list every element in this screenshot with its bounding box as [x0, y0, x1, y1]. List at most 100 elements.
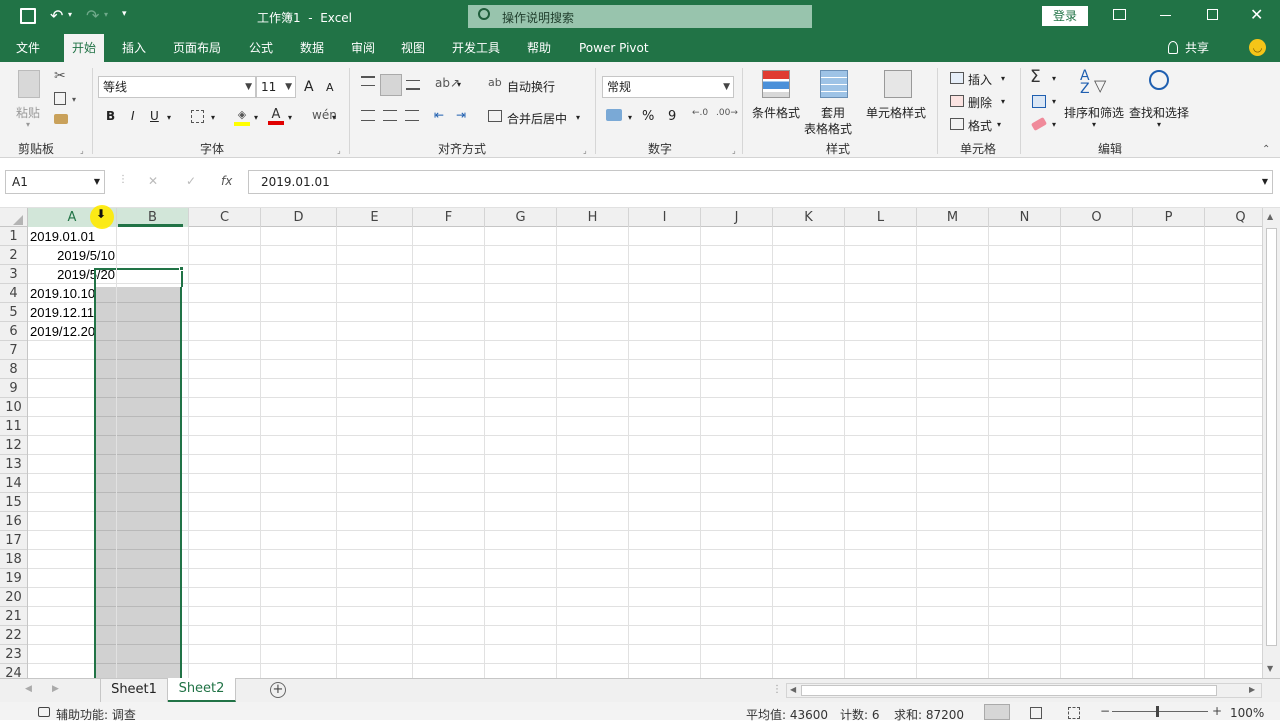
delete-cells-button[interactable]: 删除: [968, 94, 992, 111]
clear-icon[interactable]: [1030, 117, 1048, 131]
column-header-d[interactable]: D: [261, 208, 337, 227]
tab-power-pivot[interactable]: Power Pivot: [579, 34, 649, 62]
italic-button[interactable]: I: [131, 109, 135, 123]
tab-data[interactable]: 数据: [300, 34, 324, 62]
count-value[interactable]: 计数: 6: [840, 706, 880, 723]
sort-filter-button[interactable]: AZ ▽ 排序和筛选 ▾: [1064, 68, 1126, 132]
row-header-9[interactable]: 9: [0, 379, 27, 398]
bold-button[interactable]: B: [106, 109, 115, 123]
merge-dropdown-icon[interactable]: ▾: [576, 113, 580, 122]
row-header-7[interactable]: 7: [0, 341, 27, 360]
column-header-l[interactable]: L: [845, 208, 917, 227]
row-header-18[interactable]: 18: [0, 550, 27, 569]
column-header-c[interactable]: C: [189, 208, 261, 227]
align-bottom-icon[interactable]: [406, 80, 420, 90]
cell-styles-button[interactable]: 单元格样式: [866, 68, 928, 132]
cell-a5[interactable]: 2019.12.11: [30, 303, 94, 322]
copy-icon[interactable]: [54, 92, 66, 105]
merge-center-icon[interactable]: [488, 110, 502, 122]
sheet-bar-splitter-icon[interactable]: ⋮: [772, 684, 782, 695]
font-color-icon[interactable]: A: [268, 107, 284, 125]
format-painter-icon[interactable]: [54, 114, 68, 124]
tell-me-search[interactable]: 操作说明搜索: [468, 5, 812, 28]
cell-a4[interactable]: 2019.10.10: [30, 284, 95, 303]
add-sheet-icon[interactable]: +: [270, 682, 286, 698]
align-top-icon[interactable]: [361, 76, 375, 86]
customize-qat-icon[interactable]: ▾: [122, 9, 127, 19]
shrink-font-button[interactable]: A: [326, 81, 334, 94]
tab-view[interactable]: 视图: [401, 34, 425, 62]
tab-review[interactable]: 审阅: [351, 34, 375, 62]
prev-sheet-icon[interactable]: ◀: [25, 684, 32, 694]
fill-dropdown-icon[interactable]: ▾: [1052, 97, 1056, 106]
tab-insert[interactable]: 插入: [122, 34, 146, 62]
name-box[interactable]: A1 ▼: [5, 170, 105, 194]
row-header-4[interactable]: 4: [0, 284, 27, 303]
accessibility-status[interactable]: 辅助功能: 调查: [56, 706, 136, 723]
wrap-text-icon[interactable]: ab: [488, 76, 502, 89]
selection-handle[interactable]: [179, 266, 184, 271]
row-header-20[interactable]: 20: [0, 588, 27, 607]
row-header-15[interactable]: 15: [0, 493, 27, 512]
column-header-m[interactable]: M: [917, 208, 989, 227]
row-header-16[interactable]: 16: [0, 512, 27, 531]
close-icon[interactable]: ✕: [1250, 5, 1263, 24]
border-icon[interactable]: [191, 110, 204, 123]
row-header-21[interactable]: 21: [0, 607, 27, 626]
underline-dropdown-icon[interactable]: ▾: [167, 113, 171, 122]
cancel-icon[interactable]: ✕: [148, 174, 158, 188]
row-header-1[interactable]: 1: [0, 227, 27, 246]
column-header-g[interactable]: G: [485, 208, 557, 227]
tab-developer[interactable]: 开发工具: [452, 34, 500, 62]
row-header-23[interactable]: 23: [0, 645, 27, 664]
row-header-10[interactable]: 10: [0, 398, 27, 417]
scroll-left-icon[interactable]: ◀: [790, 685, 796, 694]
zoom-slider[interactable]: [1112, 711, 1208, 712]
tab-file[interactable]: 文件: [16, 34, 40, 62]
zoom-level[interactable]: 100%: [1230, 706, 1264, 720]
wrap-text-button[interactable]: 自动换行: [507, 78, 555, 95]
column-header-n[interactable]: N: [989, 208, 1061, 227]
page-break-view-icon[interactable]: [1068, 707, 1080, 719]
column-header-p[interactable]: P: [1133, 208, 1205, 227]
align-middle-icon[interactable]: [380, 74, 402, 96]
fill-color-icon[interactable]: ◈: [234, 108, 250, 126]
save-icon[interactable]: [20, 8, 36, 24]
decrease-decimal-icon[interactable]: .00→: [716, 108, 738, 118]
underline-button[interactable]: U: [150, 109, 159, 123]
tab-home[interactable]: 开始: [64, 34, 105, 62]
row-header-6[interactable]: 6: [0, 322, 27, 341]
insert-function-icon[interactable]: fx: [221, 174, 232, 188]
worksheet-grid[interactable]: 2019.01.01 2019/5/10 2019/5/20 2019.10.10 20…: [28, 227, 1262, 678]
cut-icon[interactable]: ✂: [54, 68, 66, 84]
delete-cells-icon[interactable]: [950, 95, 964, 107]
cell-a2[interactable]: 2019/5/10: [28, 246, 115, 265]
decrease-indent-icon[interactable]: ⇤: [434, 108, 444, 122]
vertical-scrollbar[interactable]: ▲ ▼: [1262, 208, 1280, 678]
zoom-out-icon[interactable]: −: [1100, 704, 1110, 718]
maximize-icon[interactable]: [1207, 9, 1218, 20]
horizontal-scrollbar[interactable]: ◀ ▶: [786, 683, 1262, 698]
sum-value[interactable]: 求和: 87200: [894, 706, 964, 723]
scroll-down-icon[interactable]: ▼: [1267, 664, 1273, 673]
font-size-combo[interactable]: 11 ▼: [256, 76, 296, 98]
column-header-o[interactable]: O: [1061, 208, 1133, 227]
row-header-24[interactable]: 24: [0, 664, 27, 678]
next-sheet-icon[interactable]: ▶: [52, 684, 59, 694]
enter-icon[interactable]: ✓: [186, 174, 196, 188]
undo-icon[interactable]: ↶: [50, 6, 63, 25]
tab-page-layout[interactable]: 页面布局: [173, 34, 221, 62]
undo-dropdown-icon[interactable]: ▾: [68, 10, 72, 19]
alignment-launcher-icon[interactable]: ⌟: [583, 146, 587, 155]
align-left-icon[interactable]: [361, 110, 375, 121]
row-header-12[interactable]: 12: [0, 436, 27, 455]
border-dropdown-icon[interactable]: ▾: [211, 113, 215, 122]
page-layout-view-icon[interactable]: [1030, 707, 1042, 719]
autosum-dropdown-icon[interactable]: ▾: [1052, 74, 1056, 83]
row-header-13[interactable]: 13: [0, 455, 27, 474]
comma-button[interactable]: 9: [668, 109, 676, 124]
formula-input[interactable]: 2019.01.01 ▼: [248, 170, 1273, 194]
fill-icon[interactable]: [1032, 95, 1046, 108]
row-header-11[interactable]: 11: [0, 417, 27, 436]
number-launcher-icon[interactable]: ⌟: [732, 146, 736, 155]
